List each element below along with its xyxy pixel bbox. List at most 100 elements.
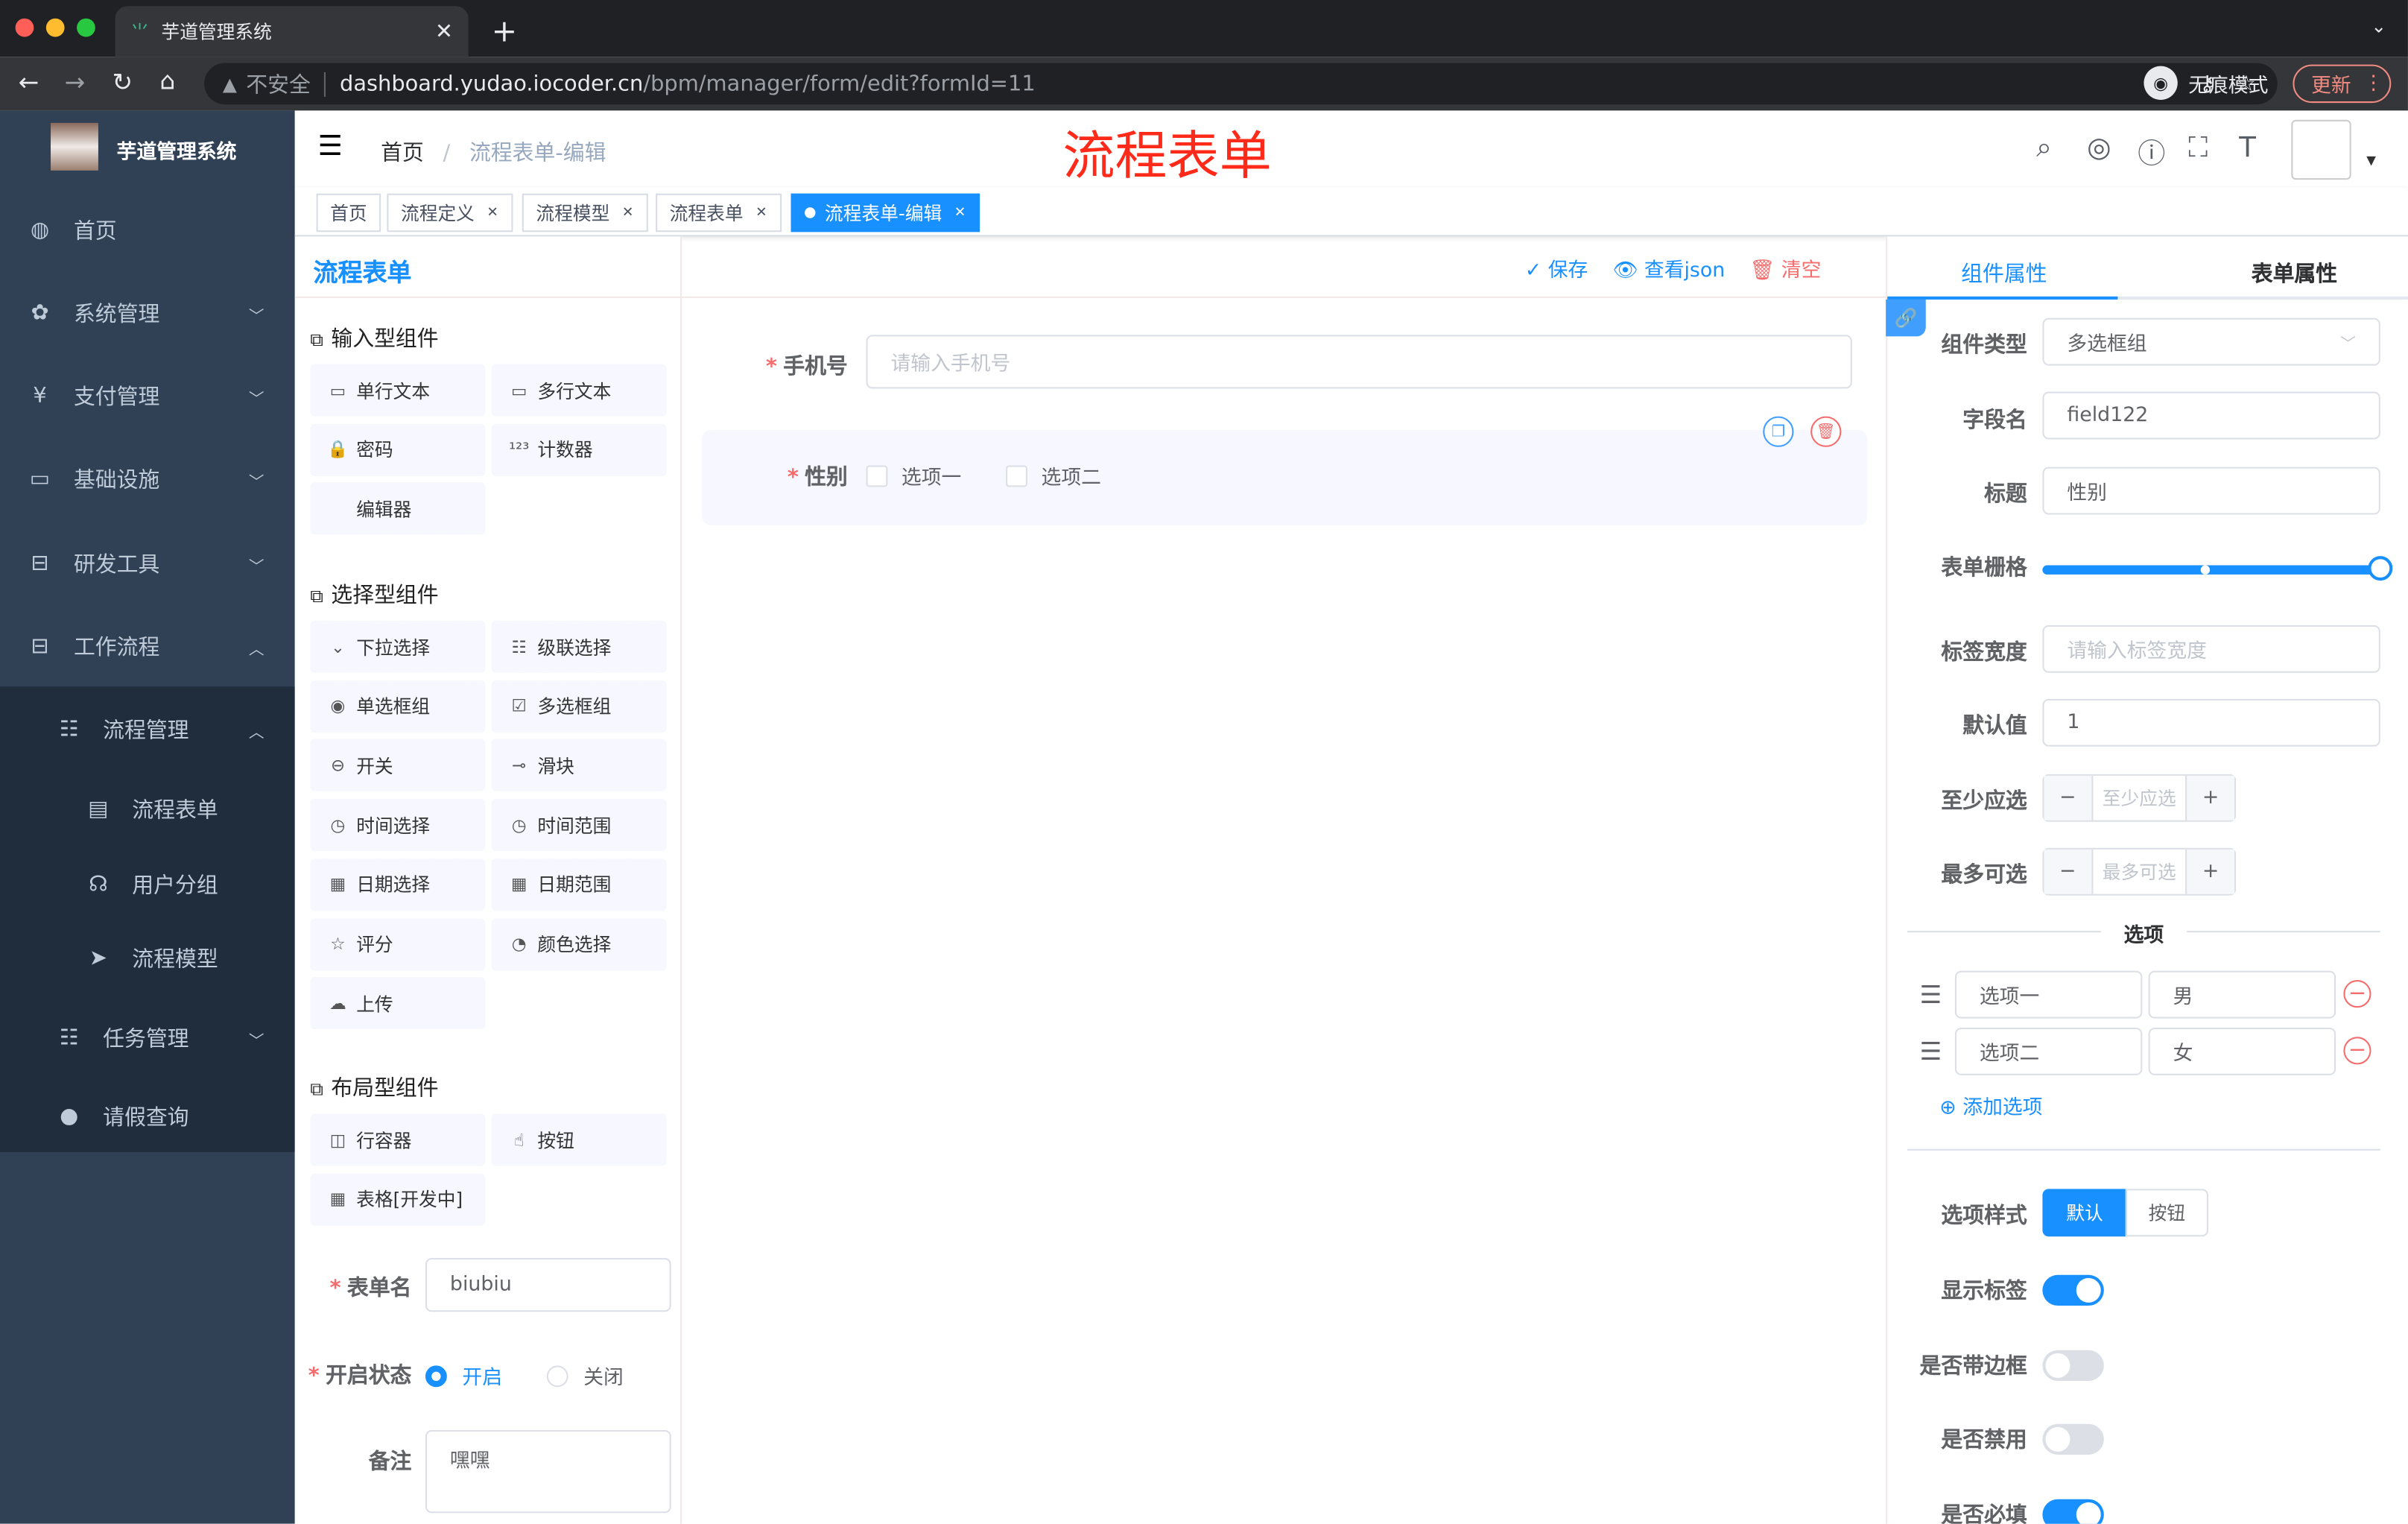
close-icon[interactable]: ✕ (755, 205, 767, 221)
max-stepper[interactable]: − 最多可选 + (2042, 847, 2237, 896)
drag-handle-icon[interactable]: ☰ (1920, 980, 1942, 1009)
tag-process-form[interactable]: 流程表单 ✕ (656, 193, 782, 233)
component-item[interactable]: 🔒 密码 (310, 423, 486, 476)
sidebar-item-devtools[interactable]: ⊟ 研发工具 ﹀ (0, 525, 295, 602)
tag-process-model[interactable]: 流程模型 ✕ (522, 193, 647, 233)
delete-icon[interactable]: 🗑 (1810, 416, 1842, 447)
border-switch[interactable] (2042, 1350, 2104, 1382)
add-option-button[interactable]: ⊕ 添加选项 (1939, 1090, 2042, 1120)
sidebar-item-infra[interactable]: ▭ 基础设施 ﹀ (0, 441, 295, 518)
increment-button[interactable]: + (2185, 849, 2235, 894)
increment-button[interactable]: + (2185, 775, 2235, 821)
remark-textarea[interactable]: 嘿嘿 (425, 1429, 671, 1514)
checkbox-option-1[interactable] (866, 464, 888, 487)
component-item[interactable]: ▭ 多行文本 (491, 364, 667, 417)
decrement-button[interactable]: − (2044, 775, 2094, 821)
component-item[interactable]: ◉ 单选框组 (310, 680, 486, 733)
close-tab-icon[interactable]: ✕ (435, 19, 453, 44)
save-button[interactable]: ✓ 保存 (1525, 253, 1588, 282)
option-label-input[interactable]: 选项二 (1954, 1027, 2143, 1075)
label-width-input[interactable]: 请输入标签宽度 (2042, 625, 2380, 673)
tab-form-props[interactable]: 表单属性 (2252, 258, 2337, 288)
help-icon[interactable]: ⓘ (2138, 132, 2165, 172)
sidebar-item-process-form[interactable]: ▤ 流程表单 (0, 771, 295, 848)
url-bar[interactable]: ▲ 不安全 dashboard.yudao.iocoder.cn/bpm/man… (204, 63, 2278, 105)
grid-slider-thumb[interactable] (2368, 556, 2393, 581)
incognito-indicator[interactable]: ◉ 无痕模式 (2144, 66, 2268, 100)
sidebar-item-task-manage[interactable]: ☷ 任务管理 ﹀ (0, 1000, 295, 1077)
maximize-window-button[interactable] (77, 18, 95, 37)
sidebar-item-workflow[interactable]: ⊟ 工作流程 ︿ (0, 608, 295, 685)
component-item[interactable]: ⊖ 开关 (310, 739, 486, 792)
decrement-button[interactable]: − (2044, 849, 2094, 894)
form-name-input[interactable]: biubiu (425, 1258, 671, 1312)
sidebar-item-home[interactable]: ◍ 首页 (0, 192, 295, 269)
hamburger-icon[interactable]: ☰ (318, 130, 343, 162)
component-item[interactable]: ☆ 评分 (310, 917, 486, 970)
min-stepper[interactable]: − 至少应选 + (2042, 774, 2237, 822)
required-switch[interactable] (2042, 1499, 2104, 1524)
component-item[interactable]: ◷ 时间选择 (310, 799, 486, 852)
component-item[interactable]: ▦ 日期范围 (491, 858, 667, 911)
component-item[interactable]: ⌄ 下拉选择 (310, 620, 486, 673)
reload-icon[interactable]: ↻ (112, 68, 133, 97)
status-radio-off[interactable]: 关闭 (546, 1361, 624, 1390)
search-icon[interactable]: ⌕ (2036, 132, 2052, 164)
tag-process-definition[interactable]: 流程定义 ✕ (387, 193, 513, 233)
option-value-input[interactable]: 女 (2148, 1027, 2336, 1075)
browser-tab[interactable]: ⺌ 芋道管理系统 ✕ (115, 6, 469, 57)
component-item[interactable]: ▦ 表格[开发中] (310, 1173, 486, 1226)
update-button[interactable]: 更新 ⋮ (2293, 64, 2392, 104)
new-tab-button[interactable]: + (492, 12, 518, 48)
forward-icon[interactable]: → (65, 68, 86, 97)
style-default-button[interactable]: 默认 (2042, 1189, 2127, 1237)
component-item[interactable]: ⊸ 滑块 (491, 739, 667, 792)
remove-option-icon[interactable]: − (2343, 1037, 2371, 1065)
disabled-switch[interactable] (2042, 1423, 2104, 1455)
drag-handle-icon[interactable]: ☰ (1920, 1037, 1942, 1066)
close-icon[interactable]: ✕ (954, 205, 966, 221)
tag-home[interactable]: 首页 (316, 193, 381, 233)
component-item[interactable]: ▭ 单行文本 (310, 364, 486, 417)
clear-button[interactable]: 🗑 清空 (1749, 253, 1821, 282)
remove-option-icon[interactable]: − (2343, 980, 2371, 1008)
sidebar-item-leave[interactable]: ● 请假查询 (0, 1078, 295, 1155)
component-item[interactable]: ◫ 行容器 (310, 1113, 486, 1166)
tab-component-props[interactable]: 组件属性 (1961, 258, 2047, 288)
type-select[interactable]: 多选框组 ﹀ (2042, 317, 2380, 366)
style-button-button[interactable]: 按钮 (2125, 1189, 2209, 1237)
checkbox-option-2[interactable] (1006, 464, 1027, 487)
component-item[interactable]: ☝ 按钮 (491, 1113, 667, 1166)
close-icon[interactable]: ✕ (622, 205, 634, 221)
home-icon[interactable]: ⌂ (159, 66, 175, 95)
component-item[interactable]: ¹²³ 计数器 (491, 423, 667, 476)
component-item[interactable]: ◔ 颜色选择 (491, 917, 667, 970)
close-window-button[interactable] (15, 18, 34, 37)
minimize-window-button[interactable] (45, 18, 65, 37)
default-input[interactable]: 1 (2042, 698, 2380, 747)
sidebar-item-process-manage[interactable]: ☷ 流程管理 ︿ (0, 692, 295, 768)
component-item[interactable]: ☁ 上传 (310, 977, 486, 1030)
option-value-input[interactable]: 男 (2148, 970, 2336, 1019)
component-item[interactable]: ☑ 多选框组 (491, 680, 667, 733)
phone-input[interactable]: 请输入手机号 (866, 335, 1852, 389)
field-input[interactable]: field122 (2042, 391, 2380, 440)
sidebar-item-user-group[interactable]: ☊ 用户分组 (0, 847, 295, 923)
component-item[interactable]: ▦ 日期选择 (310, 858, 486, 911)
sidebar-item-process-model[interactable]: ➤ 流程模型 (0, 920, 295, 997)
component-item[interactable]: ☷ 级联选择 (491, 620, 667, 673)
close-icon[interactable]: ✕ (487, 205, 498, 221)
font-size-icon[interactable]: T (2239, 132, 2256, 164)
sidebar-item-system[interactable]: ✿ 系统管理 ﹀ (0, 275, 295, 352)
back-icon[interactable]: ← (19, 68, 39, 97)
fullscreen-icon[interactable]: ⛶ (2188, 132, 2208, 164)
show-label-switch[interactable] (2042, 1274, 2104, 1306)
user-avatar[interactable] (2291, 119, 2351, 180)
title-input[interactable]: 性别 (2042, 467, 2380, 515)
component-item[interactable]: ◷ 时间范围 (491, 799, 667, 852)
tag-process-form-edit[interactable]: 流程表单-编辑 ✕ (790, 193, 980, 233)
status-radio-on[interactable]: 开启 (425, 1361, 502, 1390)
breadcrumb-home[interactable]: 首页 (381, 142, 424, 166)
view-json-button[interactable]: 👁 查看json (1612, 253, 1725, 282)
component-item[interactable]: 编辑器 (310, 483, 486, 536)
